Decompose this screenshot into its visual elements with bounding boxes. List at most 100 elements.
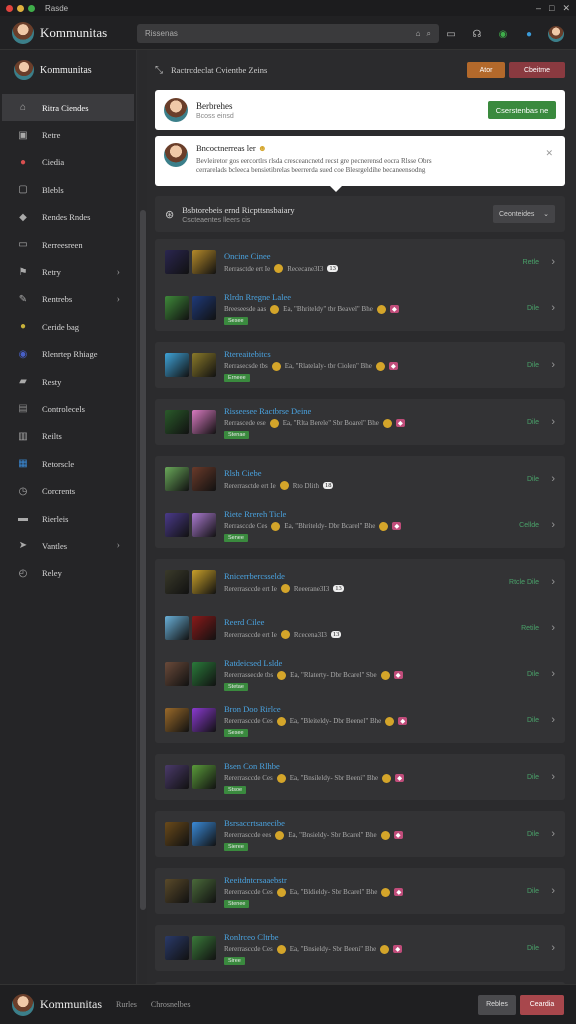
search-icon[interactable]: ⌕ bbox=[427, 29, 431, 39]
list-item[interactable]: Risseesee Ractbrse Deine Rerrascede ese Ea… bbox=[155, 399, 565, 445]
sidebar-avatar[interactable] bbox=[14, 60, 34, 80]
item-action-link[interactable]: Dile bbox=[527, 774, 539, 781]
post-avatar[interactable] bbox=[164, 98, 188, 122]
sidebar-item[interactable]: ⚑ Retry › bbox=[0, 258, 136, 285]
collapse-icon[interactable]: ⤡ bbox=[155, 65, 163, 76]
list-item[interactable]: Rlrdn Rregne Lalee Breeseesde aas Ea, "Bhr… bbox=[155, 285, 565, 331]
scrollbar[interactable] bbox=[139, 50, 147, 984]
chevron-right-icon[interactable]: › bbox=[551, 714, 555, 726]
chevron-right-icon[interactable]: › bbox=[551, 473, 555, 485]
item-action-link[interactable]: Dile bbox=[527, 945, 539, 952]
sidebar-item[interactable]: ▦ Retorscle bbox=[0, 450, 136, 477]
sort-select[interactable]: Ceonteides ⌄ bbox=[493, 205, 555, 223]
chevron-right-icon[interactable]: › bbox=[551, 359, 555, 371]
list-item[interactable]: Rnicerrbercsselde Rererrasccde ert Ie Reee… bbox=[155, 559, 565, 605]
list-item[interactable]: Ronlrceo Cltrbe Rererrasccde Ces Ea, "Bnsi… bbox=[155, 925, 565, 971]
minimize-window-button[interactable] bbox=[17, 4, 24, 12]
chevron-right-icon[interactable]: › bbox=[551, 942, 555, 954]
notification-icon[interactable]: ● bbox=[522, 27, 536, 41]
action-b-dropdown[interactable]: Cbeitme bbox=[509, 62, 565, 78]
list-item[interactable]: Reerd Cilee Rererrasccde ert Ie Rcecena3I3… bbox=[155, 605, 565, 651]
maximize-window-button[interactable] bbox=[28, 4, 35, 12]
sidebar-item[interactable]: ◉ Rlenrtep Rhiage bbox=[0, 341, 136, 368]
layout-icon[interactable]: ▭ bbox=[444, 27, 458, 41]
list-item[interactable]: Rtereaitebitcs Rerrasecsde tbs Ea, "Rlatel… bbox=[155, 342, 565, 388]
item-title[interactable]: Bsrsaccrtsanecibe bbox=[224, 818, 403, 828]
sidebar-item[interactable]: ▬ Rierleis bbox=[0, 505, 136, 532]
footer-link-2[interactable]: Chrosnelbes bbox=[151, 1000, 191, 1009]
status-icon[interactable]: ◉ bbox=[496, 27, 510, 41]
list-item[interactable]: Bsen Con Rlhbe Rererrasccde Ces Ea, "Bnsil… bbox=[155, 754, 565, 800]
footer-primary-button[interactable]: Ceardia bbox=[520, 994, 564, 1015]
item-action-link[interactable]: Dile bbox=[527, 831, 539, 838]
close-icon[interactable]: ✕ bbox=[562, 3, 570, 14]
item-title[interactable]: Reerd Cilee bbox=[224, 617, 341, 627]
chevron-right-icon[interactable]: › bbox=[551, 256, 555, 268]
sidebar-item[interactable]: ⌂ Ritra Ciendes bbox=[2, 94, 134, 122]
close-icon[interactable]: ✕ bbox=[545, 148, 553, 159]
chevron-right-icon[interactable]: › bbox=[551, 828, 555, 840]
item-action-link[interactable]: Cellde bbox=[519, 522, 539, 529]
search-input[interactable]: Rissenas ⌂ ⌕ bbox=[137, 24, 439, 43]
sidebar-item[interactable]: ▢ Blebls bbox=[0, 176, 136, 203]
item-title[interactable]: Reeitdntcrsaaebstr bbox=[224, 875, 403, 885]
chevron-right-icon[interactable]: › bbox=[551, 622, 555, 634]
sidebar-item[interactable]: ◆ Rendes Rndes bbox=[0, 204, 136, 231]
item-action-link[interactable]: Dile bbox=[527, 362, 539, 369]
sidebar-item[interactable]: ✎ Rentrebs › bbox=[0, 286, 136, 313]
item-title[interactable]: Rlrdn Rregne Lalee bbox=[224, 292, 399, 302]
headset-icon[interactable]: ☊ bbox=[470, 27, 484, 41]
profile-avatar[interactable] bbox=[548, 26, 564, 42]
item-action-link[interactable]: Dile bbox=[527, 888, 539, 895]
item-action-link[interactable]: Retle bbox=[523, 259, 539, 266]
sidebar-item[interactable]: ▭ Rerreesreen bbox=[0, 231, 136, 258]
list-item[interactable]: Bsrsaccrtsanecibe Rererrasccde ees Ea, "Bn… bbox=[155, 811, 565, 857]
chevron-right-icon[interactable]: › bbox=[551, 668, 555, 680]
chevron-right-icon[interactable]: › bbox=[551, 416, 555, 428]
chevron-right-icon[interactable]: › bbox=[551, 885, 555, 897]
user-avatar[interactable] bbox=[12, 21, 34, 44]
action-a-button[interactable]: Ator bbox=[467, 62, 505, 78]
list-item[interactable]: Oncine Cinee Rerrasctde ert Ie Rececane3I3… bbox=[155, 239, 565, 285]
list-item[interactable]: Rlsh Ciebe Rererrasctde ert Ie Rto Dlith 18… bbox=[155, 456, 565, 502]
list-item[interactable]: Reeitdntcrsaaebstr Rererrasccde Ces Ea, "B… bbox=[155, 868, 565, 914]
item-title[interactable]: Rnicerrbercsselde bbox=[224, 571, 344, 581]
list-item[interactable]: Riete Rrereh Ticle Rerrasccde Ces Ea, "Bhr… bbox=[155, 502, 565, 548]
item-title[interactable]: Ratdeicsed Lslde bbox=[224, 658, 403, 668]
restore-icon[interactable]: □ bbox=[549, 3, 554, 14]
item-title[interactable]: Bsen Con Rlhbe bbox=[224, 761, 404, 771]
refresh-icon[interactable]: ⊛ bbox=[165, 208, 174, 221]
item-title[interactable]: Rlsh Ciebe bbox=[224, 468, 333, 478]
footer-avatar[interactable] bbox=[12, 993, 34, 1016]
sidebar-item[interactable]: ▤ Controlecels bbox=[0, 395, 136, 422]
item-action-link[interactable]: Dile bbox=[527, 717, 539, 724]
sidebar-item[interactable]: ➤ Vantles › bbox=[0, 532, 136, 559]
sidebar-item[interactable]: ● Ceride bag bbox=[0, 313, 136, 340]
sidebar-item[interactable]: ▰ Resty bbox=[0, 368, 136, 395]
item-title[interactable]: Rtereaitebitcs bbox=[224, 349, 398, 359]
sidebar-item[interactable]: ● Ciedia bbox=[0, 149, 136, 176]
sidebar-item[interactable]: ▣ Retre bbox=[0, 121, 136, 148]
item-title[interactable]: Ronlrceo Cltrbe bbox=[224, 932, 402, 942]
item-action-link[interactable]: Dile bbox=[527, 419, 539, 426]
item-title[interactable]: Oncine Cinee bbox=[224, 251, 338, 261]
item-title[interactable]: Riete Rrereh Ticle bbox=[224, 509, 401, 519]
item-action-link[interactable]: Dile bbox=[527, 305, 539, 312]
item-action-link[interactable]: Rtcle Dile bbox=[509, 579, 539, 586]
footer-link-1[interactable]: Rurles bbox=[116, 1000, 137, 1009]
chevron-right-icon[interactable]: › bbox=[551, 519, 555, 531]
chevron-right-icon[interactable]: › bbox=[551, 576, 555, 588]
item-title[interactable]: Bron Doo Rirlce bbox=[224, 704, 407, 714]
minimize-icon[interactable]: – bbox=[536, 3, 541, 14]
item-action-link[interactable]: Retile bbox=[521, 625, 539, 632]
post-action-button[interactable]: Cserstenbas ne bbox=[488, 101, 556, 119]
list-item[interactable]: Bron Doo Rirlce Rererrasccde Ces Ea, "Blei… bbox=[155, 697, 565, 743]
footer-secondary-button[interactable]: Rebles bbox=[478, 994, 516, 1015]
scrollbar-thumb[interactable] bbox=[140, 210, 146, 910]
sidebar-item[interactable]: ▥ Reilts bbox=[0, 423, 136, 450]
item-action-link[interactable]: Dile bbox=[527, 476, 539, 483]
item-action-link[interactable]: Dile bbox=[527, 671, 539, 678]
list-item[interactable]: Ratdeicsed Lslde Rererrassecde tbs Ea, "Rl… bbox=[155, 651, 565, 697]
chevron-right-icon[interactable]: › bbox=[551, 302, 555, 314]
sidebar-item[interactable]: ◴ Reley bbox=[0, 560, 136, 587]
